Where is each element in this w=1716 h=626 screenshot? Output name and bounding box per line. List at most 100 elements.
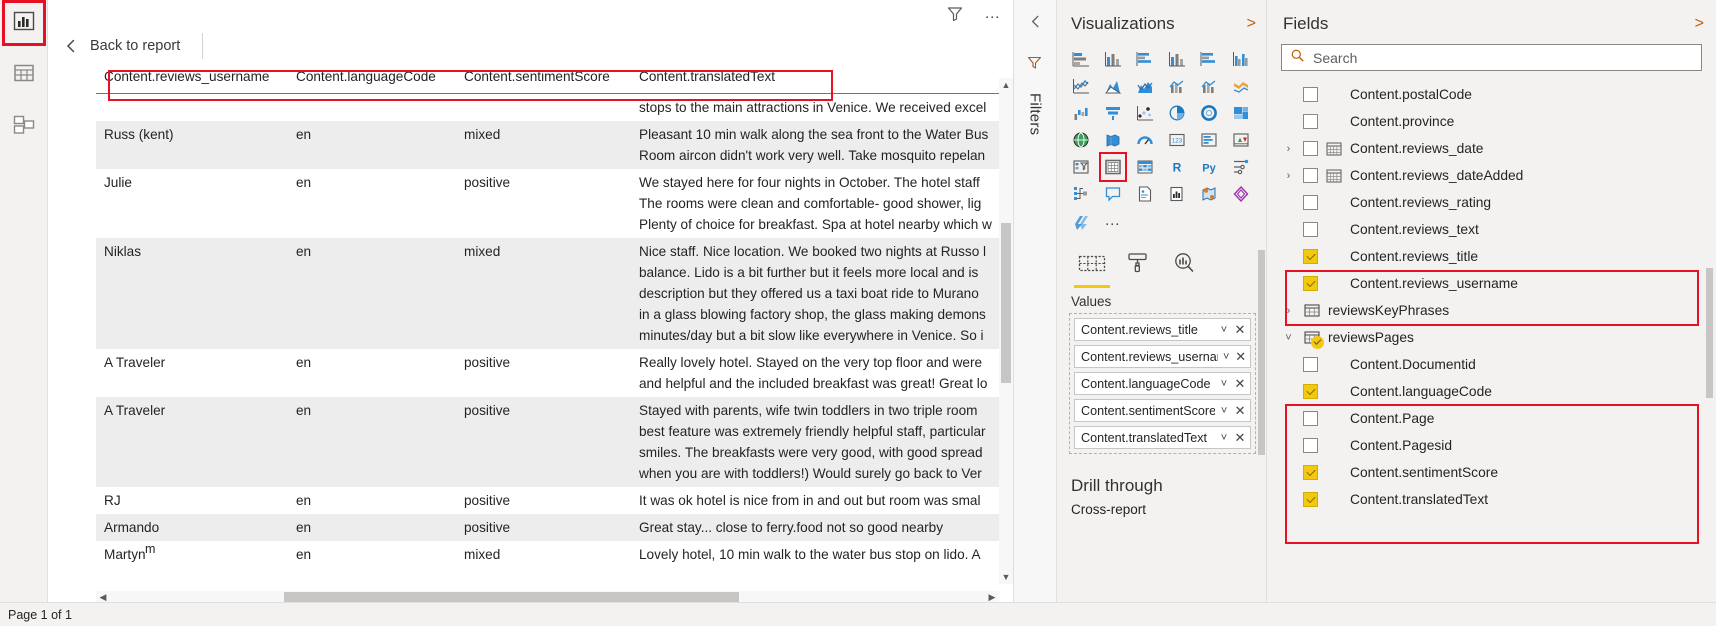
kpi-icon[interactable] (1225, 127, 1257, 153)
decomposition-tree-icon[interactable] (1065, 181, 1097, 207)
chevron-down-icon[interactable]: ˅ (1217, 378, 1231, 390)
field-checkbox[interactable] (1303, 492, 1318, 507)
chevron-down-icon[interactable]: ˅ (1217, 324, 1231, 336)
more-options-icon[interactable]: … (983, 4, 1003, 24)
column-header-translatedtext[interactable]: Content.translatedText (631, 64, 1013, 94)
table-row[interactable]: Julie en positive We stayed here for four n… (96, 169, 1013, 238)
column-header-language[interactable]: Content.languageCode (288, 64, 456, 94)
vertical-scroll-thumb[interactable] (1001, 223, 1011, 383)
chevron-right-icon[interactable]: > (1247, 15, 1256, 33)
clustered-column-chart-icon[interactable] (1161, 46, 1193, 72)
table-row[interactable]: Russ (kent) en mixed Pleasant 10 min walk a… (96, 121, 1013, 169)
100-stacked-bar-chart-icon[interactable] (1193, 46, 1225, 72)
format-well-tab[interactable] (1115, 246, 1161, 288)
chevron-down-icon[interactable]: ˅ (1220, 351, 1233, 363)
donut-chart-icon[interactable] (1193, 100, 1225, 126)
chevron-right-icon[interactable]: › (1281, 170, 1296, 182)
rail-item-data-view[interactable] (7, 58, 41, 92)
field-checkbox[interactable] (1303, 276, 1318, 291)
fields-field-row[interactable]: › Content.reviews_date (1267, 135, 1716, 162)
fields-field-row[interactable]: ›Content.Page (1267, 405, 1716, 432)
stacked-column-chart-icon[interactable] (1097, 46, 1129, 72)
key-influencers-icon[interactable] (1225, 154, 1257, 180)
scroll-down-arrow-icon[interactable]: ▼ (999, 570, 1013, 584)
close-icon[interactable]: ✕ (1233, 376, 1247, 392)
power-apps-icon[interactable] (1225, 181, 1257, 207)
table-row[interactable]: Armando en positive Great stay... close to … (96, 514, 1013, 541)
clustered-bar-chart-icon[interactable] (1129, 46, 1161, 72)
fields-pane-scrollbar[interactable] (1706, 268, 1713, 398)
stacked-area-chart-icon[interactable] (1129, 73, 1161, 99)
table-row[interactable]: Niklas en mixed Nice staff. Nice location. … (96, 238, 1013, 349)
fields-field-row[interactable]: ›Content.Pagesid (1267, 432, 1716, 459)
close-icon[interactable]: ✕ (1235, 349, 1248, 365)
values-field-pill[interactable]: Content.translatedText ˅ ✕ (1074, 426, 1251, 449)
field-checkbox[interactable] (1303, 357, 1318, 372)
line-clustered-column-chart-icon[interactable] (1193, 73, 1225, 99)
chevron-right-icon[interactable]: › (1281, 305, 1296, 317)
fields-field-row[interactable]: ›Content.reviews_text (1267, 216, 1716, 243)
visualizations-pane-scrollbar[interactable] (1258, 250, 1265, 455)
rail-item-model-view[interactable] (7, 110, 41, 144)
close-icon[interactable]: ✕ (1233, 403, 1247, 419)
chevron-down-icon[interactable]: ˅ (1217, 432, 1231, 444)
multi-row-card-icon[interactable] (1193, 127, 1225, 153)
treemap-icon[interactable] (1225, 100, 1257, 126)
qna-icon[interactable] (1097, 181, 1129, 207)
gauge-icon[interactable] (1129, 127, 1161, 153)
fields-well-tab[interactable] (1069, 246, 1115, 288)
field-checkbox[interactable] (1303, 249, 1318, 264)
chevron-right-icon[interactable]: > (1695, 15, 1704, 33)
more-visuals-icon[interactable]: … (1097, 208, 1129, 234)
funnel-chart-icon[interactable] (1097, 100, 1129, 126)
scatter-chart-icon[interactable] (1129, 100, 1161, 126)
close-icon[interactable]: ✕ (1233, 430, 1247, 446)
fields-field-row[interactable]: ›Content.Documentid (1267, 351, 1716, 378)
arcgis-maps-icon[interactable] (1193, 181, 1225, 207)
field-checkbox[interactable] (1303, 114, 1318, 129)
column-header-username[interactable]: Content.reviews_username (96, 64, 288, 94)
fields-field-row[interactable]: › Content.reviews_dateAdded (1267, 162, 1716, 189)
scroll-up-arrow-icon[interactable]: ▲ (999, 78, 1013, 92)
chevron-down-icon[interactable]: ˅ (1281, 332, 1296, 344)
table-row[interactable]: A Traveler en positive Really lovely hotel.… (96, 349, 1013, 397)
waterfall-chart-icon[interactable] (1065, 100, 1097, 126)
column-header-sentiment[interactable]: Content.sentimentScore (456, 64, 631, 94)
chevron-left-icon[interactable] (1028, 14, 1043, 32)
chevron-left-icon[interactable] (62, 37, 80, 55)
pie-chart-icon[interactable] (1161, 100, 1193, 126)
filter-icon[interactable] (945, 4, 965, 24)
100-stacked-column-chart-icon[interactable] (1225, 46, 1257, 72)
close-icon[interactable]: ✕ (1233, 322, 1247, 338)
map-icon[interactable] (1065, 127, 1097, 153)
chevron-down-icon[interactable]: ˅ (1217, 405, 1231, 417)
area-chart-icon[interactable] (1097, 73, 1129, 99)
field-checkbox[interactable] (1303, 168, 1318, 183)
python-visual-icon[interactable]: Py (1193, 154, 1225, 180)
line-stacked-column-chart-icon[interactable] (1161, 73, 1193, 99)
fields-search-box[interactable]: Search (1281, 44, 1702, 71)
field-checkbox[interactable] (1303, 411, 1318, 426)
smart-narrative-icon[interactable] (1129, 181, 1161, 207)
fields-field-row[interactable]: ›Content.translatedText (1267, 486, 1716, 513)
field-checkbox[interactable] (1303, 141, 1318, 156)
fields-field-row[interactable]: ›Content.sentimentScore (1267, 459, 1716, 486)
table-row[interactable]: RJ en positive It was ok hotel is nice from… (96, 487, 1013, 514)
field-checkbox[interactable] (1303, 195, 1318, 210)
filled-map-icon[interactable] (1097, 127, 1129, 153)
values-field-pill[interactable]: Content.reviews_username˅✕ (1074, 345, 1251, 368)
field-checkbox[interactable] (1303, 222, 1318, 237)
fields-table-row[interactable]: › reviewsKeyPhrases (1267, 297, 1716, 324)
values-field-pill[interactable]: Content.sentimentScore ˅ ✕ (1074, 399, 1251, 422)
power-automate-icon[interactable] (1065, 208, 1097, 234)
values-field-pill[interactable]: Content.reviews_title ˅ ✕ (1074, 318, 1251, 341)
fields-field-row[interactable]: ›Content.languageCode (1267, 378, 1716, 405)
field-checkbox[interactable] (1303, 465, 1318, 480)
fields-field-row[interactable]: ›Content.reviews_rating (1267, 189, 1716, 216)
ribbon-chart-icon[interactable] (1225, 73, 1257, 99)
field-checkbox[interactable] (1303, 384, 1318, 399)
field-checkbox[interactable] (1303, 87, 1318, 102)
rail-item-report-view[interactable] (1, 0, 46, 46)
table-row[interactable]: Martyn en mixed Lovely hotel, 10 min walk t… (96, 541, 1013, 568)
filters-pane-collapsed[interactable]: Filters (1013, 0, 1057, 602)
